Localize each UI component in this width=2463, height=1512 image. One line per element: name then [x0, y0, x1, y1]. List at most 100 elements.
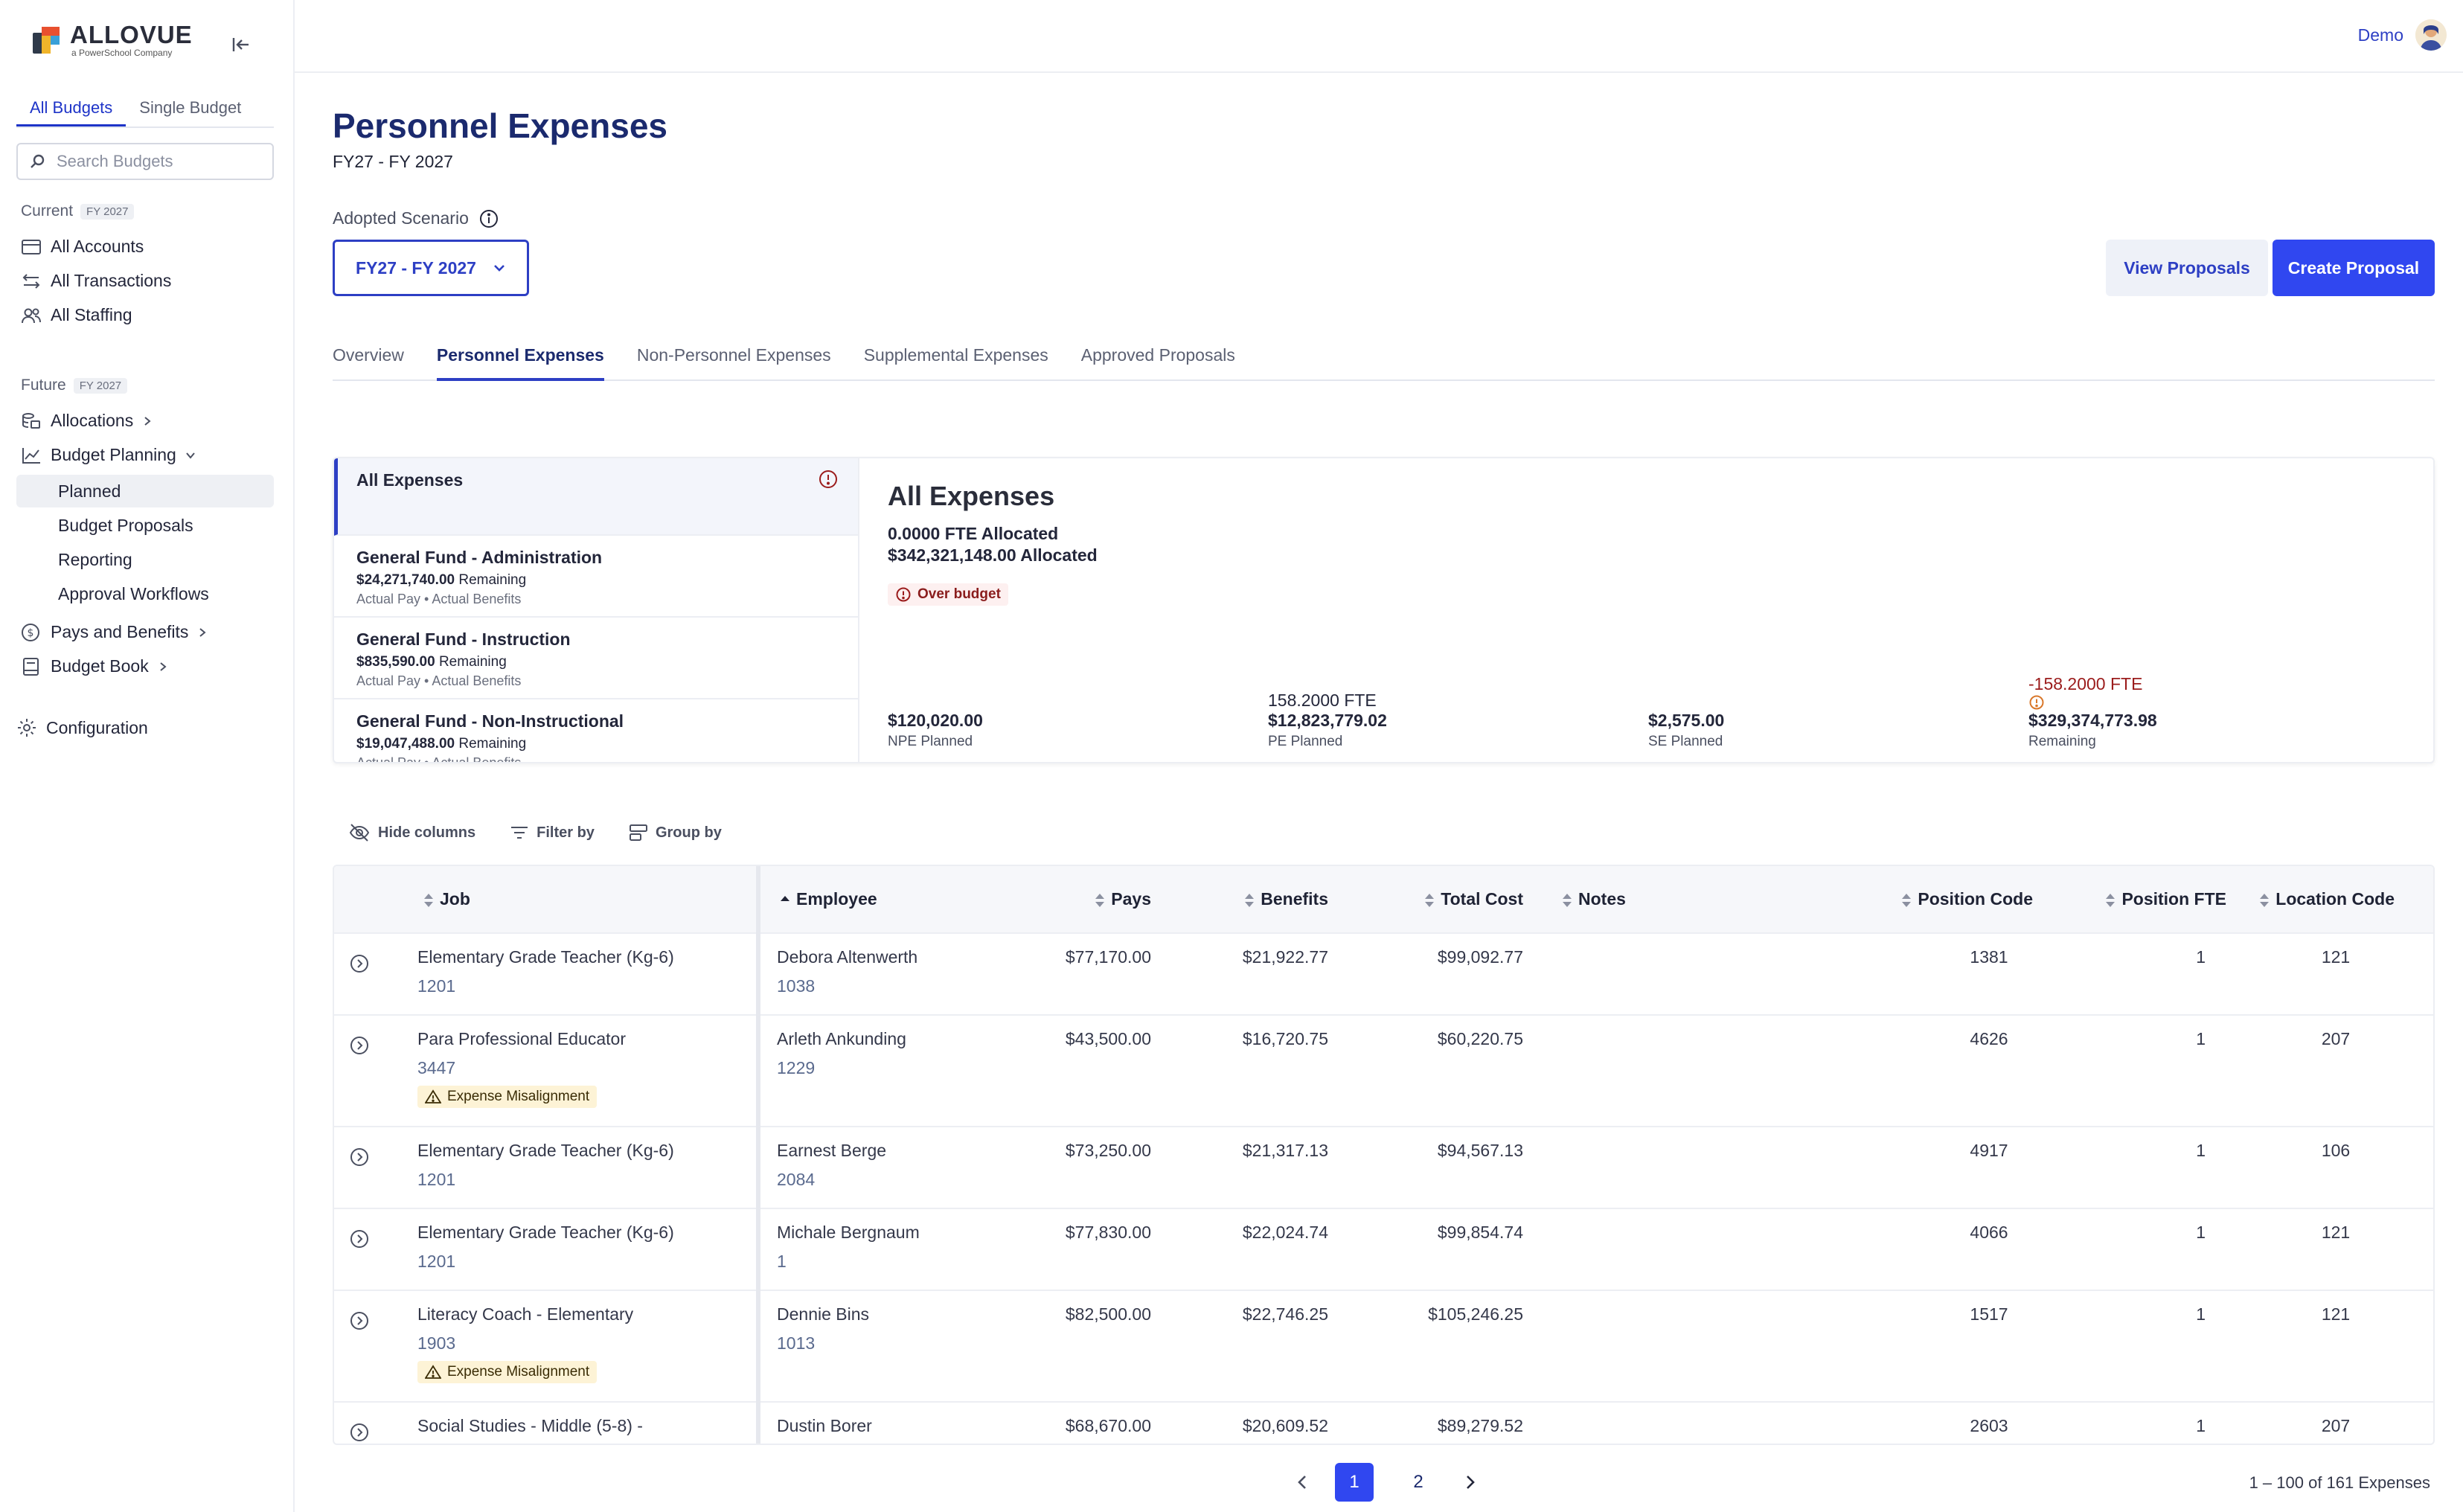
tab-single-budget[interactable]: Single Budget: [126, 94, 254, 126]
sidebar-item-budget-proposals[interactable]: Budget Proposals: [16, 509, 274, 542]
sidebar-item-reporting[interactable]: Reporting: [16, 543, 274, 576]
position-code-cell: 4917: [1826, 1127, 2042, 1209]
sidebar-item-allocations[interactable]: Allocations: [21, 411, 153, 431]
job-code: 1903: [417, 1333, 456, 1353]
employee-name: Michale Bergnaum: [777, 1223, 920, 1242]
notes-cell[interactable]: [1532, 1290, 1826, 1403]
scenario-dropdown[interactable]: FY27 - FY 2027: [333, 240, 529, 296]
view-proposals-button[interactable]: View Proposals: [2106, 240, 2268, 296]
column-header-position-code[interactable]: Position Code: [1826, 866, 2042, 934]
search-budgets-input[interactable]: [57, 152, 257, 171]
row-expand-cell: [334, 1208, 401, 1291]
tab-overview[interactable]: Overview: [333, 339, 404, 381]
sidebar-item-pays-benefits[interactable]: $ Pays and Benefits: [21, 622, 208, 642]
sidebar-item-configuration[interactable]: Configuration: [16, 717, 148, 738]
top-bar: Demo: [295, 0, 2463, 73]
user-avatar[interactable]: [2415, 19, 2447, 51]
tab-all-budgets[interactable]: All Budgets: [16, 94, 126, 126]
sidebar-item-approval-workflows[interactable]: Approval Workflows: [16, 577, 274, 610]
expand-row-icon[interactable]: [349, 1147, 370, 1167]
fund-item-non-instructional[interactable]: General Fund - Non-Instructional $19,047…: [334, 699, 858, 762]
expand-row-icon[interactable]: [349, 1422, 370, 1443]
page-1-button[interactable]: 1: [1335, 1463, 1374, 1502]
employee-name: Arleth Ankunding: [777, 1029, 906, 1048]
column-header-employee[interactable]: Employee: [758, 866, 1041, 934]
total-cost-cell: $99,854.74: [1337, 1208, 1532, 1291]
column-header-total-cost[interactable]: Total Cost: [1337, 866, 1532, 934]
table-row[interactable]: Literacy Coach - Elementary 1903 Expense…: [334, 1290, 2433, 1403]
alert-circle-icon: [896, 587, 911, 602]
column-header-location-code[interactable]: Location Code: [2235, 866, 2433, 934]
expand-row-icon[interactable]: [349, 1035, 370, 1056]
position-fte-cell: 1: [2042, 1127, 2235, 1209]
sidebar-item-budget-book[interactable]: Budget Book: [21, 656, 168, 676]
search-budgets: [16, 143, 274, 180]
notes-cell[interactable]: [1532, 933, 1826, 1016]
location-code-cell: 106: [2235, 1127, 2433, 1209]
employee-cell: Dustin Borer: [758, 1402, 1041, 1444]
table-row[interactable]: Elementary Grade Teacher (Kg-6) 1201 Deb…: [334, 933, 2433, 1016]
sidebar-item-all-staffing[interactable]: All Staffing: [21, 305, 132, 325]
collapse-left-icon: [232, 38, 249, 51]
sort-icon: [1425, 893, 1435, 907]
position-code-cell: 4066: [1826, 1208, 2042, 1291]
row-expand-cell: [334, 1015, 401, 1127]
job-title: Elementary Grade Teacher (Kg-6): [417, 1223, 674, 1242]
chevron-down-icon: [186, 452, 195, 459]
sort-icon: [424, 893, 433, 907]
warning-triangle-icon: [425, 1089, 441, 1103]
brand-logo[interactable]: ALLOVUE a PowerSchool Company: [33, 22, 193, 58]
fund-item-instruction[interactable]: General Fund - Instruction $835,590.00 R…: [334, 618, 858, 699]
column-header-job[interactable]: Job: [401, 866, 760, 934]
notes-cell[interactable]: [1532, 1127, 1826, 1209]
sidebar-item-budget-planning[interactable]: Budget Planning: [21, 445, 196, 465]
tab-supplemental-expenses[interactable]: Supplemental Expenses: [864, 339, 1048, 381]
table-row[interactable]: Elementary Grade Teacher (Kg-6) 1201 Ear…: [334, 1127, 2433, 1209]
column-header-benefits[interactable]: Benefits: [1160, 866, 1337, 934]
next-page-icon[interactable]: [1463, 1473, 1478, 1491]
expand-column-header: [334, 866, 401, 934]
group-by-button[interactable]: Group by: [629, 823, 722, 842]
filter-by-button[interactable]: Filter by: [510, 823, 595, 842]
create-proposal-button[interactable]: Create Proposal: [2273, 240, 2435, 296]
tab-personnel-expenses[interactable]: Personnel Expenses: [436, 339, 604, 381]
fund-item-administration[interactable]: General Fund - Administration $24,271,74…: [334, 536, 858, 618]
position-code-cell: 1381: [1826, 933, 2042, 1016]
column-header-pays[interactable]: Pays: [1041, 866, 1160, 934]
column-header-position-fte[interactable]: Position FTE: [2042, 866, 2235, 934]
alert-circle-icon: [819, 470, 837, 488]
employee-id: 1013: [777, 1333, 816, 1353]
notes-cell[interactable]: [1532, 1402, 1826, 1444]
page-2-button[interactable]: 2: [1399, 1463, 1438, 1502]
benefits-cell: $16,720.75: [1160, 1015, 1337, 1127]
sidebar-item-planned[interactable]: Planned: [16, 475, 274, 507]
expand-row-icon[interactable]: [349, 953, 370, 974]
position-code-cell: 4626: [1826, 1015, 2042, 1127]
sidebar-item-all-transactions[interactable]: All Transactions: [21, 271, 171, 291]
location-code-cell: 121: [2235, 933, 2433, 1016]
notes-cell[interactable]: [1532, 1208, 1826, 1291]
sort-icon: [2106, 893, 2116, 907]
collapse-sidebar-button[interactable]: [228, 31, 254, 58]
table-row[interactable]: Social Studies - Middle (5-8) - Dustin B…: [334, 1402, 2433, 1444]
fund-item-all-expenses[interactable]: All Expenses: [334, 458, 858, 536]
previous-page-icon[interactable]: [1295, 1473, 1310, 1491]
tab-approved-proposals[interactable]: Approved Proposals: [1081, 339, 1235, 381]
sidebar-item-all-accounts[interactable]: All Accounts: [21, 237, 144, 257]
tab-non-personnel-expenses[interactable]: Non-Personnel Expenses: [637, 339, 831, 381]
user-menu-name[interactable]: Demo: [2358, 25, 2403, 45]
notes-cell[interactable]: [1532, 1015, 1826, 1127]
filter-icon: [511, 827, 528, 839]
pays-cell: $43,500.00: [1041, 1015, 1160, 1127]
total-cost-cell: $94,567.13: [1337, 1127, 1532, 1209]
transactions-icon: [22, 273, 40, 289]
row-expand-cell: [334, 1402, 401, 1444]
table-row[interactable]: Elementary Grade Teacher (Kg-6) 1201 Mic…: [334, 1208, 2433, 1291]
expand-row-icon[interactable]: [349, 1310, 370, 1331]
column-header-notes[interactable]: Notes: [1532, 866, 1826, 934]
hide-columns-button[interactable]: Hide columns: [348, 823, 475, 842]
job-title: Para Professional Educator: [417, 1029, 626, 1048]
table-row[interactable]: Para Professional Educator 3447 Expense …: [334, 1015, 2433, 1127]
expand-row-icon[interactable]: [349, 1228, 370, 1249]
current-fy-chip: FY 2027: [80, 203, 135, 220]
